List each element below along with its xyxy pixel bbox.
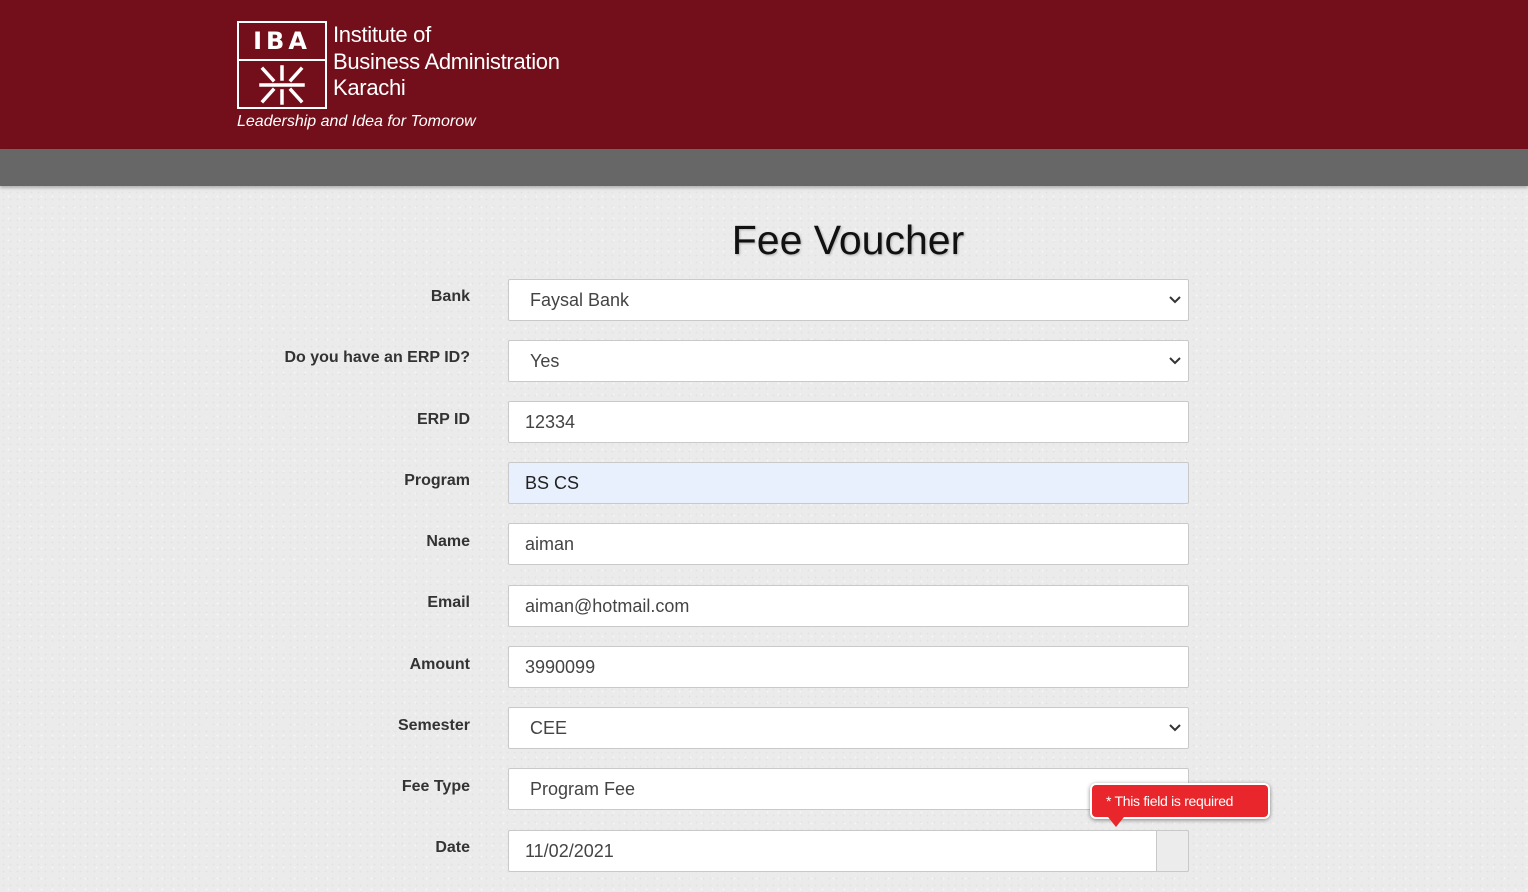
has-erp-id-select-value: Yes (530, 351, 560, 371)
program-input[interactable]: BS CS (508, 462, 1189, 504)
tagline: Leadership and Idea for Tomorow (237, 113, 476, 130)
date-label: Date (435, 839, 470, 856)
program-label: Program (404, 472, 470, 489)
fee-type-select-value: Program Fee (530, 779, 636, 799)
name-input[interactable]: aiman (508, 523, 1189, 565)
date-input-value: 11/02/2021 (525, 841, 614, 861)
email-input[interactable]: aiman@hotmail.com (508, 585, 1189, 627)
validation-tooltip: * This field is required (1090, 783, 1270, 819)
semester-label: Semester (397, 717, 470, 734)
iba-logo[interactable]: IBA (237, 21, 327, 109)
semester-select[interactable]: CEE (508, 707, 1189, 749)
email-label: Email (427, 594, 470, 611)
date-input[interactable]: 11/02/2021 (508, 830, 1189, 872)
institute-line: Business Administration (333, 48, 560, 74)
fee-type-select[interactable]: Program Fee (508, 768, 1189, 810)
validation-tooltip-arrow (1108, 817, 1124, 827)
has-erp-id-select[interactable]: Yes (508, 340, 1189, 382)
site-header: IBA Institute of Business Administration… (0, 0, 1528, 149)
institute-line: Karachi (333, 75, 406, 100)
erp-id-label: ERP ID (416, 411, 470, 428)
bank-select[interactable]: Faysal Bank (508, 279, 1189, 321)
has-erp-id-label: Do you have an ERP ID? (284, 349, 470, 366)
chevron-down-icon (1169, 357, 1181, 365)
date-picker-button[interactable] (1156, 830, 1189, 872)
name-label: Name (426, 533, 470, 550)
page-title: Fee Voucher (731, 217, 965, 263)
chevron-down-icon (1169, 296, 1181, 304)
bank-select-value: Faysal Bank (530, 290, 630, 310)
institute-line: Institute of (333, 22, 431, 47)
erp-id-input[interactable]: 12334 (508, 401, 1189, 443)
amount-label: Amount (409, 656, 470, 673)
institute-name: Institute of Business Administration Kar… (333, 22, 560, 102)
chevron-down-icon (1169, 724, 1181, 732)
amount-input[interactable]: 3990099 (508, 646, 1189, 688)
logo-letters: IBA (239, 23, 325, 61)
navbar (0, 149, 1528, 186)
logo-emblem-icon (259, 65, 305, 105)
semester-select-value: CEE (530, 718, 568, 738)
bank-label: Bank (430, 288, 470, 305)
fee-type-label: Fee Type (401, 778, 470, 795)
